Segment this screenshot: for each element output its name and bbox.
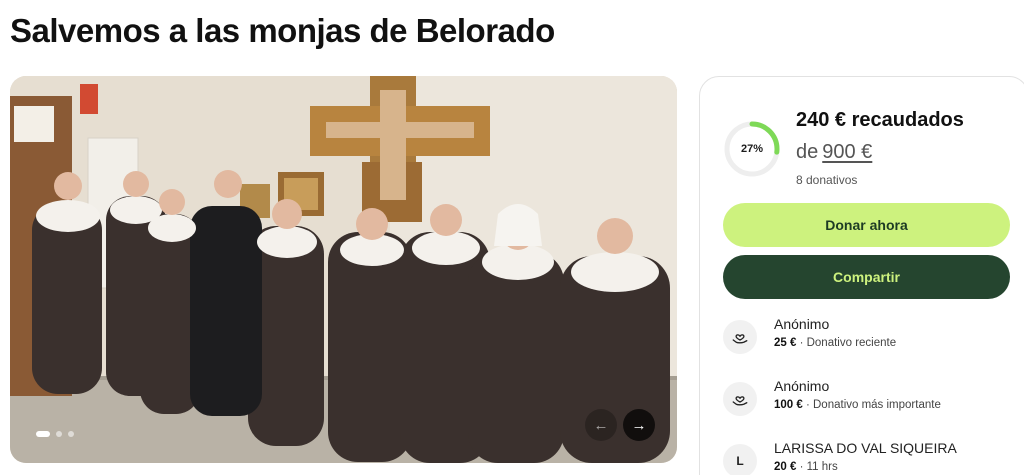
share-button[interactable]: Compartir	[723, 255, 1010, 299]
donor-amount: 25 €	[774, 337, 797, 349]
donor-meta: 100 € · Donativo más importante	[774, 397, 941, 413]
carousel-dots	[36, 431, 74, 437]
donation-summary-card: 27% 240 € recaudados de 900 € 8 donativos…	[699, 76, 1024, 475]
progress-ring: 27%	[722, 119, 782, 179]
donor-meta: 20 € · 11 hrs	[774, 459, 957, 475]
goal-prefix: de	[796, 141, 819, 163]
donor-list-item: Anónimo 25 € · Donativo reciente	[723, 315, 896, 354]
donor-meta: 25 € · Donativo reciente	[774, 335, 896, 351]
donor-amount: 20 €	[774, 461, 797, 473]
progress-percent: 27%	[740, 143, 764, 155]
heart-hand-icon	[723, 382, 757, 416]
carousel-dot[interactable]	[56, 431, 62, 437]
carousel-next-button[interactable]: →	[623, 409, 655, 441]
donate-button[interactable]: Donar ahora	[723, 203, 1010, 247]
donor-detail: · 11 hrs	[796, 461, 838, 473]
goal-value: 900 €	[822, 141, 873, 163]
donor-list-item: Anónimo 100 € · Donativo más importante	[723, 377, 941, 416]
carousel-prev-button[interactable]: ←	[585, 409, 617, 441]
campaign-photo-carousel[interactable]: ← →	[10, 76, 677, 463]
donor-list-item: L LARISSA DO VAL SIQUEIRA 20 € · 11 hrs	[723, 439, 957, 475]
arrow-left-icon: ←	[593, 416, 609, 434]
donor-name: LARISSA DO VAL SIQUEIRA	[774, 440, 957, 456]
carousel-dot[interactable]	[36, 431, 50, 437]
donations-count: 8 donativos	[796, 173, 858, 187]
goal-amount: de 900 €	[796, 141, 872, 164]
donor-name: Anónimo	[774, 378, 830, 394]
carousel-dot[interactable]	[68, 431, 74, 437]
page-title: Salvemos a las monjas de Belorado	[10, 12, 555, 49]
campaign-photo	[10, 76, 677, 463]
donor-amount: 100 €	[774, 399, 803, 411]
donor-avatar: L	[723, 444, 757, 475]
donor-detail: · Donativo reciente	[796, 337, 897, 349]
donor-detail: · Donativo más importante	[802, 399, 941, 411]
heart-hand-icon	[723, 320, 757, 354]
donor-name: Anónimo	[774, 316, 830, 332]
amount-raised: 240 € recaudados	[796, 109, 964, 131]
arrow-right-icon: →	[631, 416, 647, 434]
